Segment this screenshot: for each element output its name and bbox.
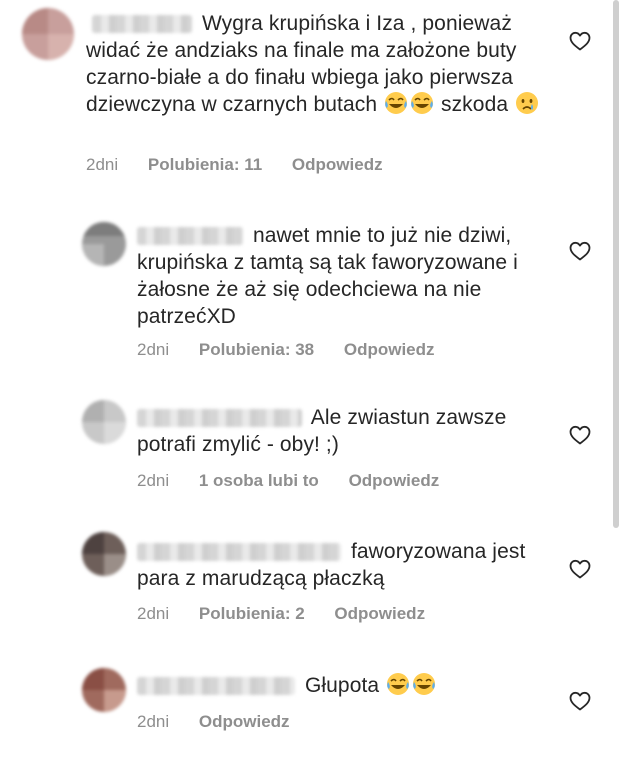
comment-meta: 2dni Polubienia: 38 Odpowiedz bbox=[137, 340, 460, 360]
comment-meta: 2dni Odpowiedz bbox=[137, 712, 315, 732]
comment-text: nawet mnie to już nie dziwi, krupińska z… bbox=[137, 224, 518, 328]
comment-text: Ale zwiastun zawsze potrafi zmylić - oby… bbox=[137, 406, 507, 456]
reply-button[interactable]: Odpowiedz bbox=[199, 712, 290, 731]
comment-time: 2dni bbox=[86, 155, 119, 174]
avatar[interactable] bbox=[22, 8, 74, 60]
comment-time: 2dni bbox=[137, 712, 170, 731]
reply-button[interactable]: Odpowiedz bbox=[349, 471, 440, 490]
face-with-tears-of-joy-emoji bbox=[386, 672, 410, 696]
avatar[interactable] bbox=[82, 668, 126, 712]
comment-time: 2dni bbox=[137, 604, 170, 623]
reply-button[interactable]: Odpowiedz bbox=[334, 604, 425, 623]
comment-time: 2dni bbox=[137, 471, 170, 490]
avatar[interactable] bbox=[82, 222, 126, 266]
avatar[interactable] bbox=[82, 532, 126, 576]
comment-meta: 2dni 1 osoba lubi to Odpowiedz bbox=[137, 471, 464, 491]
comment-meta: 2dni Polubienia: 11 Odpowiedz bbox=[86, 155, 408, 175]
avatar[interactable] bbox=[82, 400, 126, 444]
reply-button[interactable]: Odpowiedz bbox=[344, 340, 435, 359]
face-with-tears-of-joy-emoji bbox=[410, 91, 434, 115]
heart-outline-icon[interactable] bbox=[569, 241, 591, 261]
username-blurred[interactable] bbox=[92, 15, 192, 34]
likes-count[interactable]: Polubienia: 11 bbox=[148, 155, 262, 174]
heart-outline-icon[interactable] bbox=[569, 425, 591, 445]
heart-outline-icon[interactable] bbox=[569, 31, 591, 51]
username-blurred[interactable] bbox=[137, 677, 295, 696]
likes-count[interactable]: 1 osoba lubi to bbox=[199, 471, 319, 490]
likes-count[interactable]: Polubienia: 38 bbox=[199, 340, 314, 359]
heart-outline-icon[interactable] bbox=[569, 691, 591, 711]
face-with-tears-of-joy-emoji bbox=[384, 91, 408, 115]
crying-face-emoji bbox=[515, 91, 539, 115]
comment-text: Głupota bbox=[137, 672, 557, 699]
username-blurred[interactable] bbox=[137, 227, 243, 246]
comment-meta: 2dni Polubienia: 2 Odpowiedz bbox=[137, 604, 450, 624]
username-blurred[interactable] bbox=[137, 543, 341, 562]
face-with-tears-of-joy-emoji bbox=[412, 672, 436, 696]
reply-button[interactable]: Odpowiedz bbox=[292, 155, 383, 174]
comment-text: Wygra krupińska i Iza , ponieważ widać ż… bbox=[86, 10, 566, 118]
heart-outline-icon[interactable] bbox=[569, 559, 591, 579]
username-blurred[interactable] bbox=[137, 409, 302, 428]
comment-text: faworyzowana jest para z marudzącą płacz… bbox=[137, 540, 526, 590]
likes-count[interactable]: Polubienia: 2 bbox=[199, 604, 305, 623]
scrollbar[interactable] bbox=[613, 0, 619, 528]
comment-time: 2dni bbox=[137, 340, 170, 359]
